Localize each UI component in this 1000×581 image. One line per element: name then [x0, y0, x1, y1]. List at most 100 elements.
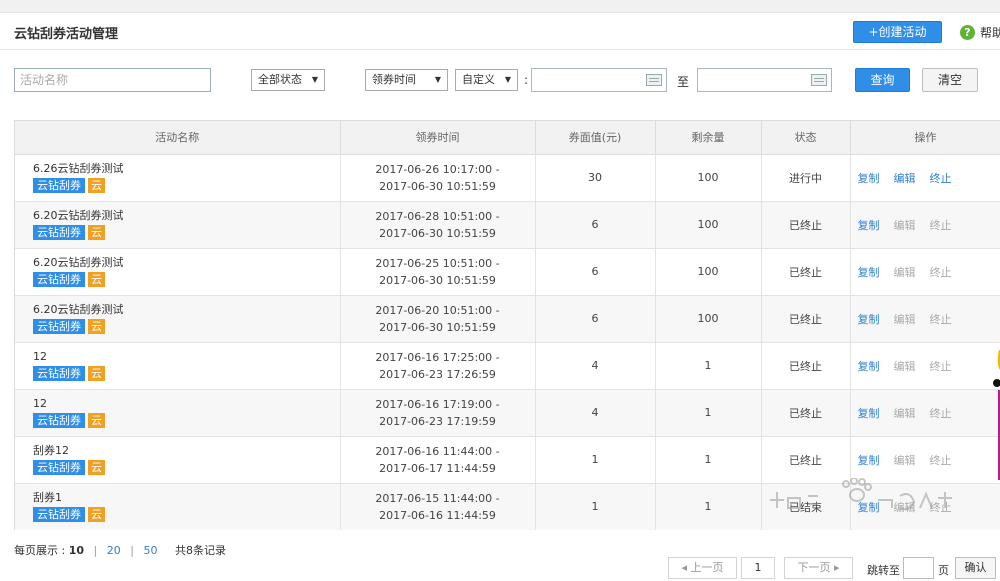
remaining-cell: 100: [655, 154, 762, 202]
remaining-cell: 100: [655, 295, 762, 343]
copy-action[interactable]: 复制: [858, 360, 880, 373]
activity-name: 刮券1: [33, 491, 62, 504]
ops-cell: 复制 编辑 终止: [850, 342, 1000, 390]
calendar-icon[interactable]: [811, 74, 827, 86]
time-start: 2017-06-15 11:44:00 -: [375, 491, 500, 505]
status-select-value: 全部状态: [258, 73, 302, 86]
copy-action[interactable]: 复制: [858, 172, 880, 185]
create-activity-button[interactable]: +创建活动: [853, 21, 942, 43]
column-header: 剩余量: [655, 121, 762, 155]
time-cell: 2017-06-28 10:51:00 - 2017-06-30 10:51:59: [340, 201, 536, 249]
separator: |: [130, 544, 134, 557]
tag-secondary: 云: [88, 413, 105, 428]
name-cell: 12 云钻刮券云: [15, 342, 341, 390]
tag-primary: 云钻刮券: [33, 413, 85, 428]
dropdown-arrow-icon: ▼: [434, 75, 441, 84]
time-start: 2017-06-16 17:25:00 -: [375, 350, 500, 364]
page-title: 云钻刮券活动管理: [14, 27, 119, 42]
terminate-action: 终止: [929, 406, 952, 420]
activity-name: 刮券12: [33, 444, 69, 457]
next-page-button[interactable]: 下一页 ▸: [784, 557, 853, 579]
question-icon: ?: [960, 24, 975, 40]
name-cell: 刮券1 云钻刮券云: [15, 483, 341, 530]
time-end: 2017-06-30 10:51:59: [379, 273, 496, 287]
terminate-action: 终止: [929, 453, 952, 467]
activity-name: 6.20云钻刮券测试: [33, 209, 124, 222]
edit-action: 编辑: [893, 218, 916, 232]
value-cell: 6: [535, 248, 656, 296]
table-row: 12 云钻刮券云 2017-06-16 17:25:00 - 2017-06-23 1…: [15, 342, 1000, 390]
edit-action[interactable]: 编辑: [894, 172, 916, 185]
name-cell: 6.20云钻刮券测试 云钻刮券云: [15, 295, 341, 343]
jump-page-input[interactable]: [903, 557, 934, 579]
chevron-left-icon: ◂: [681, 561, 688, 574]
activity-name-input[interactable]: [14, 68, 211, 92]
table-row: 刮券1 云钻刮券云 2017-06-15 11:44:00 - 2017-06-16 …: [15, 483, 1000, 530]
time-cell: 2017-06-16 17:25:00 - 2017-06-23 17:26:59: [340, 342, 536, 390]
calendar-icon[interactable]: [646, 74, 662, 86]
edit-action: 编辑: [893, 312, 916, 326]
column-header: 操作: [850, 121, 1000, 155]
separator: |: [93, 544, 98, 557]
edit-action: 编辑: [893, 359, 916, 373]
tag-primary: 云钻刮券: [33, 178, 85, 193]
query-button[interactable]: 查询: [855, 68, 910, 92]
copy-action[interactable]: 复制: [858, 219, 880, 232]
prev-page-button[interactable]: ◂ 上一页: [668, 557, 737, 579]
clear-button[interactable]: 清空: [922, 68, 978, 92]
activity-name: 12: [33, 397, 47, 410]
page-size-option-10[interactable]: 10: [69, 544, 84, 557]
tag-secondary: 云: [88, 460, 105, 475]
name-cell: 12 云钻刮券云: [15, 389, 341, 437]
tag-primary: 云钻刮券: [33, 272, 85, 287]
remaining-cell: 1: [655, 389, 762, 437]
current-page-button[interactable]: 1: [741, 557, 775, 579]
status-cell: 已结束: [761, 483, 851, 530]
chevron-right-icon: ▸: [833, 561, 840, 574]
help-link[interactable]: ? 帮助: [960, 22, 1000, 42]
copy-action[interactable]: 复制: [858, 501, 880, 514]
name-cell: 6.26云钻刮券测试 云钻刮券云: [15, 154, 341, 202]
activity-name: 6.20云钻刮券测试: [33, 303, 124, 316]
range-select[interactable]: 自定义 ▼: [455, 69, 518, 91]
page-header: 云钻刮券活动管理 +创建活动 ? 帮助: [0, 14, 1000, 50]
total-records: 共8条记录: [175, 544, 226, 557]
column-header: 状态: [761, 121, 851, 155]
name-cell: 刮券12 云钻刮券云: [15, 436, 341, 484]
ops-cell: 复制 编辑 终止: [850, 436, 1000, 484]
end-date-input[interactable]: [697, 68, 832, 92]
value-cell: 1: [535, 436, 656, 484]
time-end: 2017-06-30 10:51:59: [379, 179, 496, 193]
status-cell: 已终止: [761, 295, 851, 343]
page-size-option-20[interactable]: 20: [107, 544, 121, 557]
status-cell: 已终止: [761, 342, 851, 390]
copy-action[interactable]: 复制: [858, 454, 880, 467]
copy-action[interactable]: 复制: [858, 407, 880, 420]
time-start: 2017-06-28 10:51:00 -: [375, 209, 500, 223]
time-start: 2017-06-25 10:51:00 -: [375, 256, 500, 270]
copy-action[interactable]: 复制: [858, 266, 880, 279]
tag-primary: 云钻刮券: [33, 225, 85, 240]
table-row: 6.20云钻刮券测试 云钻刮券云 2017-06-20 10:51:00 -2017…: [15, 295, 1000, 343]
tag-primary: 云钻刮券: [33, 319, 85, 334]
remaining-cell: 100: [655, 201, 762, 249]
column-header: 活动名称: [15, 121, 341, 155]
ops-cell: 复制 编辑 终止: [850, 201, 1000, 249]
terminate-action[interactable]: 终止: [930, 172, 952, 185]
page-unit-label: 页: [938, 564, 949, 577]
time-end: 2017-06-17 11:44:59: [379, 461, 496, 475]
time-cell: 2017-06-20 10:51:00 - 2017-06-30 10:51:59: [340, 295, 536, 343]
page-size-option-50[interactable]: 50: [143, 544, 157, 557]
dropdown-arrow-icon: ▼: [311, 75, 318, 84]
status-select[interactable]: 全部状态 ▼: [251, 69, 325, 91]
time-type-select[interactable]: 领券时间 ▼: [365, 69, 448, 91]
ops-cell: 复制 编辑 终止: [850, 154, 1000, 202]
side-decoration: [993, 350, 1000, 480]
tag-secondary: 云: [88, 366, 105, 381]
ops-cell: 复制 编辑 终止: [850, 483, 1000, 530]
copy-action[interactable]: 复制: [858, 313, 880, 326]
start-date-input[interactable]: [531, 68, 667, 92]
confirm-jump-button[interactable]: 确认: [955, 557, 996, 579]
jump-to-label: 跳转至: [867, 564, 900, 577]
table-row: 6.20云钻刮券测试 云钻刮券云 2017-06-25 10:51:00 -2017…: [15, 248, 1000, 296]
